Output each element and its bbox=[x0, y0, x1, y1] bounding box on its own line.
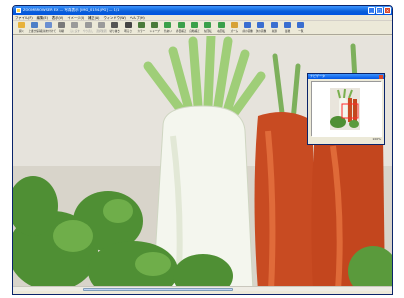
list-icon bbox=[297, 22, 305, 28]
red-eye-icon bbox=[177, 22, 185, 28]
toolbar-button-label: 選択範囲 bbox=[96, 30, 107, 33]
toolbar-button-label: 赤目補正 bbox=[176, 30, 187, 33]
toolbar-button-rotate-left[interactable]: 左回転 bbox=[201, 22, 214, 34]
color-icon bbox=[137, 22, 145, 28]
save-as-icon bbox=[44, 22, 52, 28]
toolbar-button-label: 開く bbox=[19, 30, 25, 33]
toolbar-button-label: 一覧 bbox=[298, 30, 304, 33]
toolbar-button-last[interactable]: 最後 bbox=[281, 22, 294, 34]
open-icon bbox=[18, 22, 26, 28]
toolbar-button-label: やり直し bbox=[82, 30, 94, 33]
toolbar-button-label: 切り抜き bbox=[109, 30, 120, 33]
toolbar-button-open[interactable]: 開く bbox=[15, 22, 28, 34]
toolbar-button-label: 明るさ bbox=[124, 30, 132, 33]
toolbar-button-undo[interactable]: 元に戻す bbox=[68, 22, 81, 34]
toolbar-button-tone[interactable]: 色あい bbox=[161, 22, 174, 34]
next-icon bbox=[257, 22, 265, 28]
scrollbar-thumb[interactable] bbox=[83, 287, 233, 291]
toolbar-button-save-as[interactable]: 名前を付けて bbox=[40, 22, 57, 34]
window-title: ZOOMBROWSER EX — 写真表示 [IMG_0154.JPG] — 1… bbox=[23, 8, 120, 12]
prev-icon bbox=[244, 22, 252, 28]
toolbar-button-label: 左回転 bbox=[203, 30, 212, 33]
navigator-close-icon[interactable] bbox=[379, 74, 383, 79]
navigator-footer: 100% bbox=[311, 137, 381, 142]
toolbar-button-label: 色あい bbox=[164, 30, 172, 33]
menu-image[interactable]: イメージ(I) bbox=[67, 15, 84, 20]
toolbar-button-sharp[interactable]: シャープ bbox=[148, 22, 161, 34]
close-button[interactable]: × bbox=[384, 7, 391, 14]
toolbar-button-next[interactable]: 次の画像 bbox=[254, 22, 267, 34]
toolbar-button-label: 上書き保存 bbox=[28, 30, 42, 33]
title-bar[interactable]: ZOOMBROWSER EX — 写真表示 [IMG_0154.JPG] — 1… bbox=[13, 6, 392, 15]
undo-icon bbox=[71, 22, 79, 28]
navigator-title-bar[interactable]: ナビゲータ bbox=[308, 74, 384, 79]
rotate-left-icon bbox=[204, 22, 212, 28]
last-icon bbox=[284, 22, 292, 28]
toolbar-button-list[interactable]: 一覧 bbox=[294, 22, 307, 34]
brightness-icon bbox=[124, 22, 132, 28]
rotate-right-icon bbox=[217, 22, 225, 28]
app-window: ZOOMBROWSER EX — 写真表示 [IMG_0154.JPG] — 1… bbox=[12, 5, 393, 295]
select-icon bbox=[97, 22, 105, 28]
toolbar-button-color[interactable]: カラー bbox=[135, 22, 148, 34]
toolbar-button-select[interactable]: 選択範囲 bbox=[95, 22, 108, 34]
navigator-title: ナビゲータ bbox=[310, 74, 326, 78]
zoom-icon bbox=[230, 22, 238, 28]
toolbar-button-label: 次の画像 bbox=[255, 30, 267, 33]
menu-view[interactable]: 表示(V) bbox=[52, 15, 63, 20]
toolbar-button-label: 前の画像 bbox=[242, 30, 253, 33]
menu-adjust[interactable]: 補正(A) bbox=[88, 15, 99, 20]
save-icon bbox=[31, 22, 39, 28]
image-viewport[interactable]: ナビゲータ 100% bbox=[13, 36, 392, 291]
toolbar-button-label: 元に戻す bbox=[69, 30, 81, 33]
navigator-thumbnail-image bbox=[312, 82, 382, 137]
menu-edit[interactable]: 編集(E) bbox=[37, 15, 48, 20]
navigator-thumbnail[interactable] bbox=[311, 81, 382, 137]
toolbar-button-crop[interactable]: 切り抜き bbox=[108, 22, 121, 34]
redo-icon bbox=[84, 22, 92, 28]
toolbar-button-label: 印刷 bbox=[58, 30, 65, 33]
horizontal-scrollbar[interactable] bbox=[13, 286, 392, 291]
minimize-button[interactable]: _ bbox=[368, 7, 375, 14]
auto-icon bbox=[191, 22, 198, 28]
toolbar-button-label: 先頭 bbox=[271, 30, 277, 33]
toolbar-button-zoom[interactable]: ズーム bbox=[228, 22, 241, 34]
toolbar-button-first[interactable]: 先頭 bbox=[268, 22, 281, 34]
toolbar-button-label: カラー bbox=[137, 30, 146, 33]
toolbar-button-prev[interactable]: 前の画像 bbox=[241, 22, 254, 34]
toolbar-button-rotate-right[interactable]: 右回転 bbox=[214, 22, 227, 34]
toolbar-button-label: 最後 bbox=[284, 30, 291, 33]
crop-icon bbox=[111, 22, 119, 28]
tone-icon bbox=[164, 22, 172, 28]
menu-window[interactable]: ウィンドウ(W) bbox=[103, 15, 125, 20]
toolbar-button-print[interactable]: 印刷 bbox=[55, 22, 68, 34]
navigator-panel[interactable]: ナビゲータ 100% bbox=[307, 73, 385, 145]
print-icon bbox=[58, 22, 66, 28]
menu-help[interactable]: ヘルプ(H) bbox=[130, 15, 145, 20]
toolbar-button-label: 自動補正 bbox=[189, 30, 200, 33]
toolbar-button-brightness[interactable]: 明るさ bbox=[121, 22, 134, 34]
toolbar-button-red-eye[interactable]: 赤目補正 bbox=[175, 22, 188, 34]
toolbar-button-label: シャープ bbox=[149, 30, 160, 33]
app-icon bbox=[16, 8, 21, 13]
menu-file[interactable]: ファイル(F) bbox=[15, 15, 33, 20]
toolbar: 開く 上書き保存 名前を付けて 印刷 元に戻す やり直し 選択範囲 切り抜き 明るさ カラー シャー… bbox=[13, 21, 392, 35]
maximize-button[interactable]: □ bbox=[376, 7, 383, 14]
first-icon bbox=[270, 22, 278, 28]
toolbar-button-label: 右回転 bbox=[217, 30, 225, 33]
sharp-icon bbox=[151, 22, 159, 28]
toolbar-button-auto[interactable]: 自動補正 bbox=[188, 22, 201, 34]
toolbar-button-label: 名前を付けて bbox=[40, 30, 57, 33]
toolbar-button-redo[interactable]: やり直し bbox=[81, 22, 94, 34]
navigator-zoom-label: 100% bbox=[372, 137, 381, 141]
toolbar-button-label: ズーム bbox=[230, 30, 239, 33]
